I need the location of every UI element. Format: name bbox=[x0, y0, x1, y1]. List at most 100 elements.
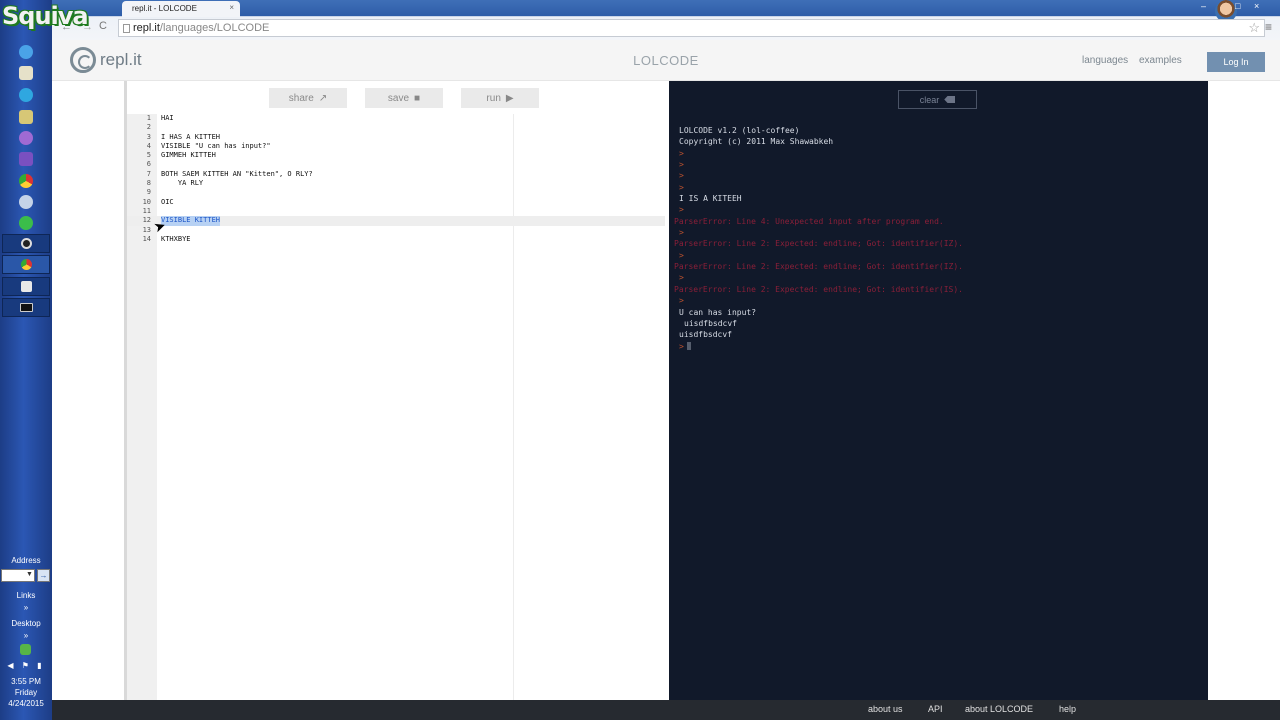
console-prompt: > bbox=[679, 182, 1204, 193]
app-icon[interactable] bbox=[19, 131, 33, 145]
code-text: OIC bbox=[161, 197, 174, 206]
desktop-label[interactable]: Desktop bbox=[0, 619, 52, 628]
nav-link-languages[interactable]: languages bbox=[1082, 55, 1128, 66]
tray-volume-flag-icon[interactable]: ◀ ⚑ ▮ bbox=[0, 661, 52, 670]
save-button[interactable]: save ■ bbox=[365, 88, 443, 108]
skype-icon[interactable] bbox=[19, 88, 33, 102]
desktop-chevron-icon[interactable]: » bbox=[0, 631, 52, 640]
console-output-line: U can has input? bbox=[679, 307, 1204, 318]
nav-link-examples[interactable]: examples bbox=[1139, 55, 1182, 66]
clear-button[interactable]: clear bbox=[898, 90, 977, 109]
console-output-line: I IS A KITEEH bbox=[679, 193, 1204, 204]
visual-studio-icon[interactable] bbox=[19, 152, 33, 166]
green-app-icon[interactable] bbox=[19, 216, 33, 230]
code-line[interactable]: 13 bbox=[127, 226, 672, 235]
footer-link-about-lolcode[interactable]: about LOLCODE bbox=[965, 704, 1033, 714]
console-line-text: Copyright (c) 2011 Max Shawabkeh bbox=[679, 137, 834, 147]
url-bar[interactable]: repl.it/languages/LOLCODE ☆ bbox=[118, 19, 1265, 37]
line-number: 2 bbox=[146, 123, 151, 132]
share-label: share bbox=[288, 92, 314, 104]
code-text: BOTH SAEM KITTEH AN "Kitten", O RLY? bbox=[161, 169, 313, 178]
console-output[interactable]: LOLCODE v1.2 (lol-coffee) Copyright (c) 2… bbox=[674, 125, 1204, 352]
code-line[interactable]: 3 I HAS A KITTEH bbox=[127, 133, 672, 142]
steam-icon[interactable] bbox=[19, 195, 33, 209]
line-number: 14 bbox=[142, 234, 151, 243]
footer-link-help[interactable]: help bbox=[1059, 704, 1076, 714]
url-host: repl.it bbox=[133, 22, 160, 34]
code-line[interactable]: 12 VISIBLE KITTEH bbox=[127, 216, 665, 226]
code-line[interactable]: 6 bbox=[127, 160, 672, 169]
code-line[interactable]: 5 GIMMEH KITTEH bbox=[127, 151, 672, 160]
code-line[interactable]: 14 KTHXBYE bbox=[127, 235, 672, 244]
footer-link-api[interactable]: API bbox=[928, 704, 943, 714]
taskbar-button-chrome[interactable] bbox=[2, 255, 50, 274]
ie-icon[interactable] bbox=[19, 45, 33, 59]
console-line-text: > bbox=[679, 341, 684, 351]
page-icon bbox=[123, 24, 130, 33]
taskbar-button-cmd[interactable] bbox=[2, 298, 50, 317]
code-line[interactable]: 9 bbox=[127, 188, 672, 197]
url-path: /languages/LOLCODE bbox=[159, 22, 270, 34]
code-line[interactable]: 2 bbox=[127, 123, 672, 132]
text-cursor bbox=[686, 342, 691, 351]
code-line[interactable]: 8 YA RLY bbox=[127, 179, 672, 188]
page: repl.it LOLCODE languages examples Log I… bbox=[52, 40, 1280, 700]
console-prompt: > bbox=[679, 272, 1204, 283]
console-line-text: > bbox=[679, 182, 684, 192]
chrome-icon[interactable] bbox=[19, 174, 33, 188]
clock-day: Friday bbox=[14, 688, 38, 697]
address-dropdown-icon[interactable]: ▼ bbox=[26, 571, 33, 578]
console-pane[interactable]: clear LOLCODE v1.2 (lol-coffee) Copyright… bbox=[669, 81, 1208, 700]
folder-icon[interactable] bbox=[19, 110, 33, 124]
browser-tab[interactable]: repl.it - LOLCODE × bbox=[122, 1, 240, 17]
console-prompt[interactable]: > bbox=[679, 341, 1204, 352]
links-chevron-icon[interactable]: » bbox=[0, 603, 52, 612]
line-number: 10 bbox=[142, 197, 151, 206]
clock-time[interactable]: 3:55 PM bbox=[0, 677, 52, 686]
bookmark-star-icon[interactable]: ☆ bbox=[1248, 20, 1260, 36]
address-go-button[interactable]: → bbox=[37, 569, 50, 582]
chrome-icon bbox=[20, 259, 32, 270]
console-line-text: ParserError: Line 2: Expected: endline; … bbox=[674, 239, 963, 249]
reload-icon[interactable]: C bbox=[99, 20, 107, 32]
console-error-line: ParserError: Line 2: Expected: endline; … bbox=[674, 284, 1204, 295]
line-number: 4 bbox=[146, 141, 151, 150]
console-error-line: ParserError: Line 2: Expected: endline; … bbox=[674, 238, 1204, 249]
line-number: 8 bbox=[146, 179, 151, 188]
line-number: 7 bbox=[146, 169, 151, 178]
site-header: repl.it LOLCODE languages examples Log I… bbox=[52, 40, 1280, 81]
login-button[interactable]: Log In bbox=[1207, 52, 1265, 72]
minimize-icon[interactable]: – bbox=[1201, 1, 1206, 11]
line-number: 6 bbox=[146, 160, 151, 169]
console-line-text: > bbox=[679, 160, 684, 170]
console-line-text: > bbox=[679, 228, 684, 238]
browser-menu-icon[interactable]: ≡ bbox=[1265, 20, 1272, 34]
save-label: save bbox=[387, 92, 410, 104]
run-button[interactable]: run ▶ bbox=[461, 88, 539, 108]
explorer-icon[interactable] bbox=[19, 66, 33, 80]
code-line[interactable]: 10 OIC bbox=[127, 198, 672, 207]
editor-toolbar: share ↗ save ■ run ▶ bbox=[269, 88, 539, 108]
footer-link-about-us[interactable]: about us bbox=[868, 704, 903, 714]
console-line-text: > bbox=[679, 250, 684, 260]
console-output-line: uisdfbsdcvf bbox=[679, 329, 1204, 340]
window-close-icon[interactable]: × bbox=[1254, 1, 1259, 11]
console-line-text: > bbox=[679, 171, 684, 181]
console-line-text: U can has input? bbox=[679, 307, 757, 317]
console-prompt: > bbox=[679, 170, 1204, 181]
code-editor[interactable]: 1 HAI 2 3 I HAS A KITTEH 4 VISIBLE "U can has … bbox=[127, 114, 672, 244]
editor-pane: share ↗ save ■ run ▶ 1 HAI 2 3 I HAS A KITTE… bbox=[124, 81, 669, 700]
code-line[interactable]: 11 bbox=[127, 207, 672, 216]
windows-taskbar: Address ▼ → Links » Desktop » ◀ ⚑ ▮ 3:55… bbox=[0, 0, 52, 720]
maximize-icon[interactable]: □ bbox=[1235, 1, 1240, 11]
code-line[interactable]: 7 BOTH SAEM KITTEH AN "Kitten", O RLY? bbox=[127, 170, 672, 179]
obs-icon bbox=[20, 238, 32, 249]
taskbar-button-obs[interactable] bbox=[2, 234, 50, 253]
share-button[interactable]: share ↗ bbox=[269, 88, 347, 108]
taskbar-button-editor[interactable] bbox=[2, 277, 50, 296]
code-line[interactable]: 1 HAI bbox=[127, 114, 672, 123]
tray-app-icon[interactable] bbox=[20, 644, 31, 655]
code-line[interactable]: 4 VISIBLE "U can has input?" bbox=[127, 142, 672, 151]
links-label[interactable]: Links bbox=[0, 591, 52, 600]
tab-close-icon[interactable]: × bbox=[229, 3, 234, 12]
